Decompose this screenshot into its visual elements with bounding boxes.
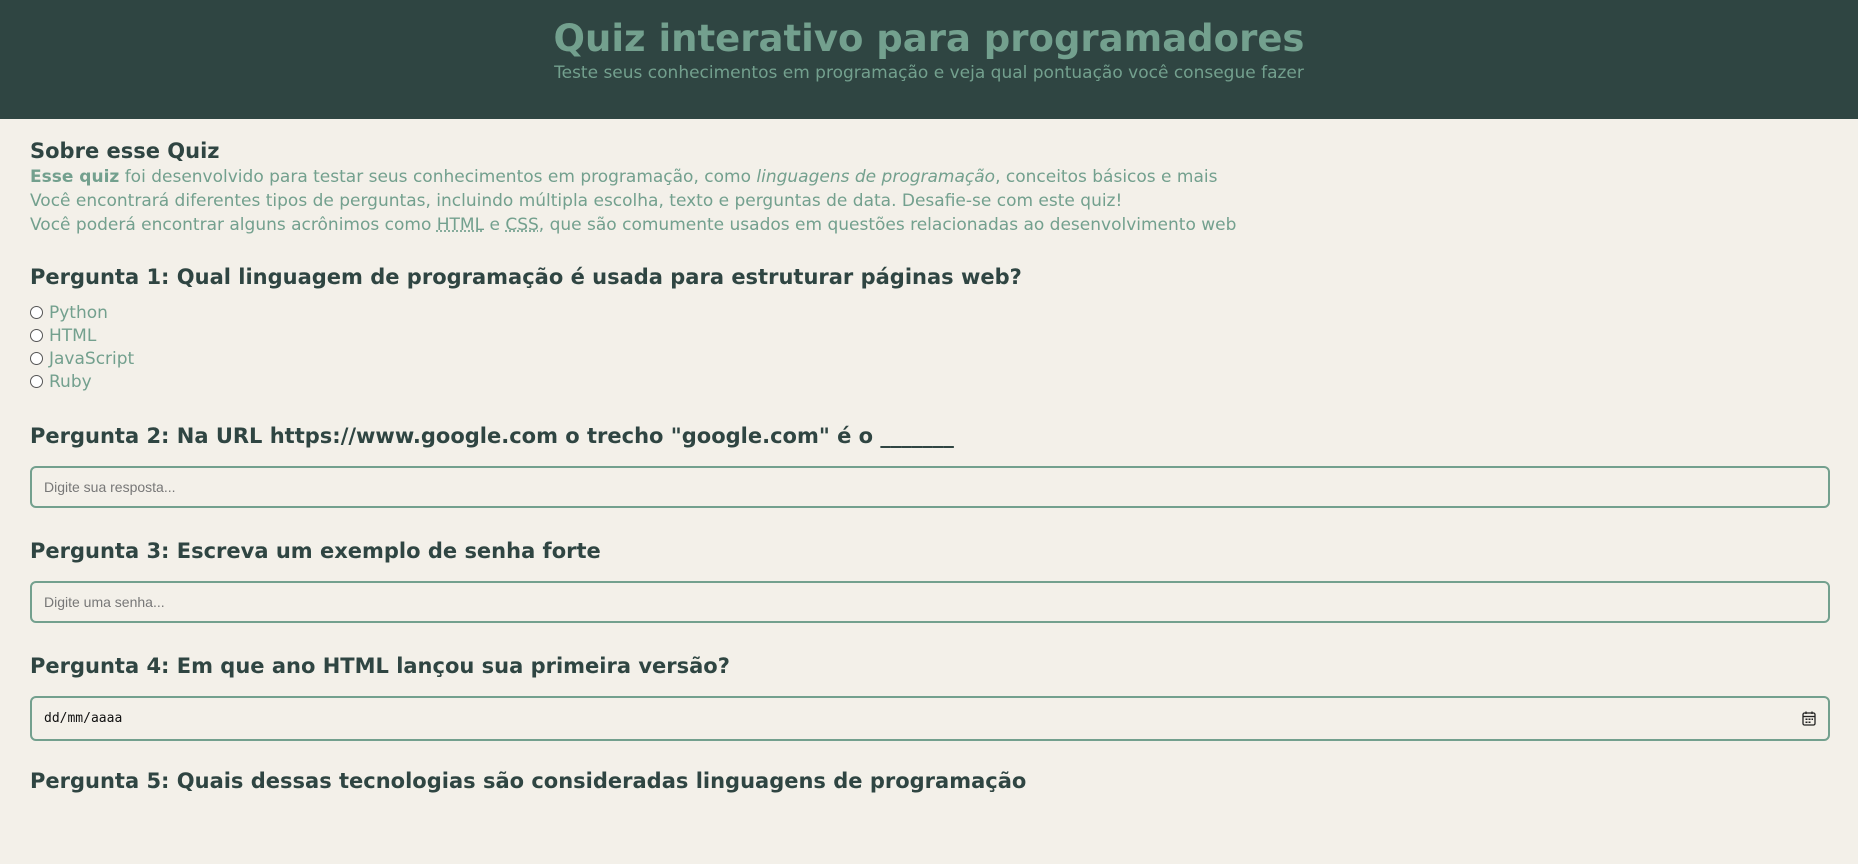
option-label: Python xyxy=(49,302,108,323)
radio-button[interactable] xyxy=(30,352,43,365)
question-2-title: Pergunta 2: Na URL https://www.google.co… xyxy=(30,424,954,448)
about-text: , que são comumente usados em questões r… xyxy=(538,215,1237,235)
option-javascript[interactable]: JavaScript xyxy=(30,347,1828,370)
about-text: , conceitos básicos e mais xyxy=(995,167,1218,187)
radio-button[interactable] xyxy=(30,329,43,342)
option-label: HTML xyxy=(49,325,97,346)
question-4-title: Pergunta 4: Em que ano HTML lançou sua p… xyxy=(30,654,730,678)
abbr-html: HTML xyxy=(436,215,485,235)
page-title: Quiz interativo para programadores xyxy=(553,17,1305,60)
option-ruby[interactable]: Ruby xyxy=(30,370,1828,393)
radio-button[interactable] xyxy=(30,375,43,388)
calendar-icon[interactable] xyxy=(1802,711,1816,726)
about-bold-text: Esse quiz xyxy=(30,167,120,187)
about-text: Você poderá encontrar alguns acrônimos c… xyxy=(30,215,437,235)
quiz-content: Sobre esse Quiz Esse quiz foi desenvolvi… xyxy=(0,119,1858,795)
question-1: Pergunta 1: Qual linguagem de programaçã… xyxy=(30,263,1828,393)
date-input[interactable]: dd/mm/aaaa xyxy=(30,696,1830,741)
question-1-title: Pergunta 1: Qual linguagem de programaçã… xyxy=(30,265,1022,289)
question-3-title: Pergunta 3: Escreva um exemplo de senha … xyxy=(30,539,601,563)
about-italic-text: linguagens de programação xyxy=(756,167,996,187)
radio-button[interactable] xyxy=(30,306,43,319)
password-input[interactable] xyxy=(30,581,1830,623)
option-python[interactable]: Python xyxy=(30,301,1828,324)
about-title: Sobre esse Quiz xyxy=(30,139,220,163)
answer-input[interactable] xyxy=(30,466,1830,508)
question-5-title: Pergunta 5: Quais dessas tecnologias são… xyxy=(30,769,1027,793)
option-html[interactable]: HTML xyxy=(30,324,1828,347)
abbr-css: CSS xyxy=(505,215,539,235)
about-paragraph-2: Você encontrará diferentes tipos de perg… xyxy=(30,191,1123,211)
question-3: Pergunta 3: Escreva um exemplo de senha … xyxy=(30,537,1830,623)
about-section: Sobre esse Quiz Esse quiz foi desenvolvi… xyxy=(30,137,1828,237)
about-paragraph-3: Você poderá encontrar alguns acrônimos c… xyxy=(30,213,1828,237)
option-label: Ruby xyxy=(49,371,92,392)
option-label: JavaScript xyxy=(49,348,135,369)
page-subtitle: Teste seus conhecimentos em programação … xyxy=(554,63,1304,83)
question-5: Pergunta 5: Quais dessas tecnologias são… xyxy=(30,767,1828,795)
about-text: e xyxy=(484,215,506,235)
date-placeholder: dd/mm/aaaa xyxy=(44,711,123,726)
about-text: foi desenvolvido para testar seus conhec… xyxy=(119,167,757,187)
about-paragraph-1: Esse quiz foi desenvolvido para testar s… xyxy=(30,165,1828,189)
question-4: Pergunta 4: Em que ano HTML lançou sua p… xyxy=(30,652,1830,741)
question-2: Pergunta 2: Na URL https://www.google.co… xyxy=(30,422,1830,508)
page-header: Quiz interativo para programadores Teste… xyxy=(0,0,1858,119)
question-1-options: Python HTML JavaScript Ruby xyxy=(30,301,1828,393)
